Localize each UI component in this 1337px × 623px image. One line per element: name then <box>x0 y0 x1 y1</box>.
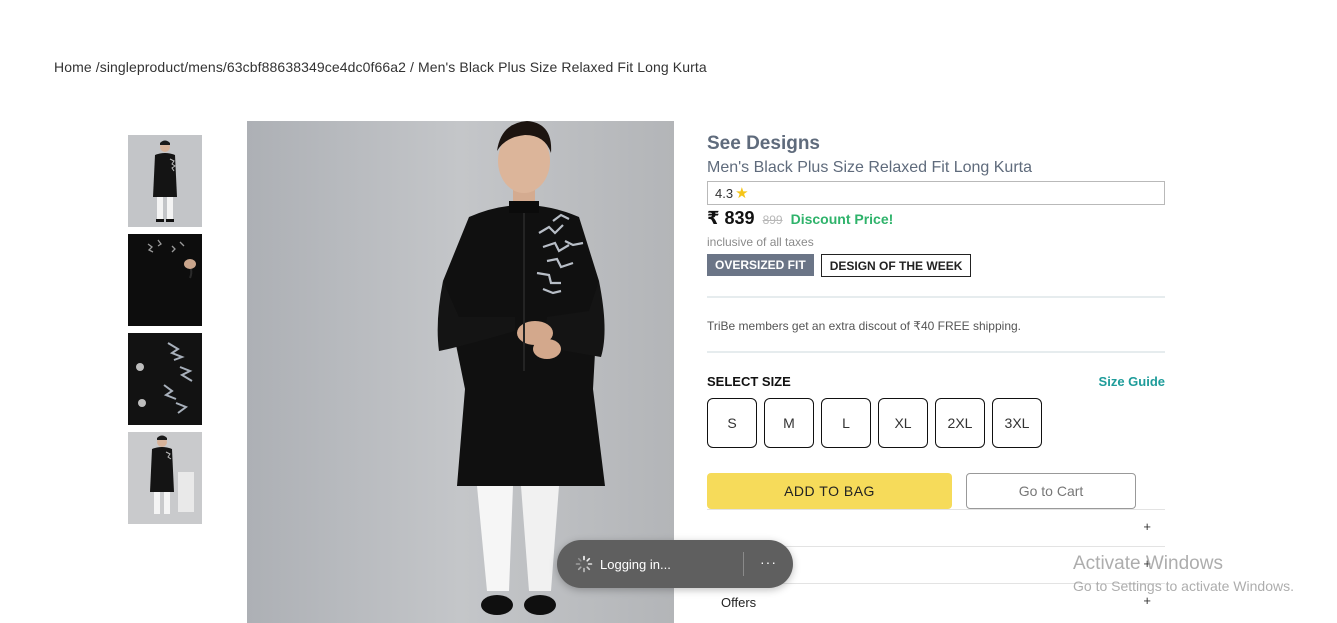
add-to-bag-button[interactable]: ADD TO BAG <box>707 473 952 509</box>
login-toast: Logging in... ··· <box>557 540 793 588</box>
size-option-2xl[interactable]: 2XL <box>935 398 985 448</box>
plus-icon[interactable]: + <box>1143 519 1151 534</box>
tribe-note: TriBe members get an extra discout of ₹4… <box>707 319 1021 333</box>
size-option-m[interactable]: M <box>764 398 814 448</box>
size-option-s[interactable]: S <box>707 398 757 448</box>
tag-design-of-the-week: DESIGN OF THE WEEK <box>820 254 972 277</box>
size-option-xl[interactable]: XL <box>878 398 928 448</box>
price: ₹ 839 <box>707 208 755 228</box>
thumbnail-list <box>128 135 202 531</box>
thumbnail-embroidery-closeup[interactable] <box>128 333 202 425</box>
breadcrumb-text[interactable]: Home /singleproduct/mens/63cbf88638349ce… <box>54 59 707 75</box>
accordion-label-offers: Offers <box>721 595 757 610</box>
thumbnail-side-view[interactable] <box>128 432 202 524</box>
divider <box>707 351 1165 353</box>
toast-separator <box>743 552 744 576</box>
size-option-3xl[interactable]: 3XL <box>992 398 1042 448</box>
divider <box>707 296 1165 298</box>
mrp-price: 899 <box>762 213 783 227</box>
size-options: S M L XL 2XL 3XL <box>707 398 1165 448</box>
thumbnail-front-view[interactable] <box>128 135 202 227</box>
go-to-cart-button[interactable]: Go to Cart <box>966 473 1136 509</box>
rating-box: 4.3 ★ <box>707 181 1165 205</box>
size-header: SELECT SIZE Size Guide <box>707 374 1165 389</box>
price-row: ₹ 839 899 Discount Price! <box>707 208 1165 229</box>
breadcrumb[interactable]: Home /singleproduct/mens/63cbf88638349ce… <box>54 59 707 75</box>
tag-oversized-fit: OVERSIZED FIT <box>707 254 814 276</box>
action-buttons: ADD TO BAG Go to Cart <box>707 473 1165 509</box>
toast-text: Logging in... <box>600 556 671 572</box>
plus-icon[interactable]: + <box>1143 593 1151 608</box>
size-option-l[interactable]: L <box>821 398 871 448</box>
select-size-label: SELECT SIZE <box>707 374 791 389</box>
star-icon: ★ <box>735 184 749 202</box>
spinner-icon <box>575 555 593 573</box>
product-title: Men's Black Plus Size Relaxed Fit Long K… <box>707 159 1032 176</box>
accordion-offers[interactable]: Offers + <box>707 583 1165 620</box>
brand-name[interactable]: See Designs <box>707 133 1165 155</box>
thumbnail-pocket-closeup[interactable] <box>128 234 202 326</box>
plus-icon[interactable]: + <box>1143 556 1151 571</box>
discount-label: Discount Price! <box>790 211 894 227</box>
tax-note: inclusive of all taxes <box>707 235 814 249</box>
more-options-icon[interactable]: ··· <box>760 554 777 570</box>
size-guide-link[interactable]: Size Guide <box>1099 374 1165 389</box>
rating-value: 4.3 <box>715 185 734 201</box>
tag-list: OVERSIZED FIT DESIGN OF THE WEEK <box>707 254 1165 277</box>
